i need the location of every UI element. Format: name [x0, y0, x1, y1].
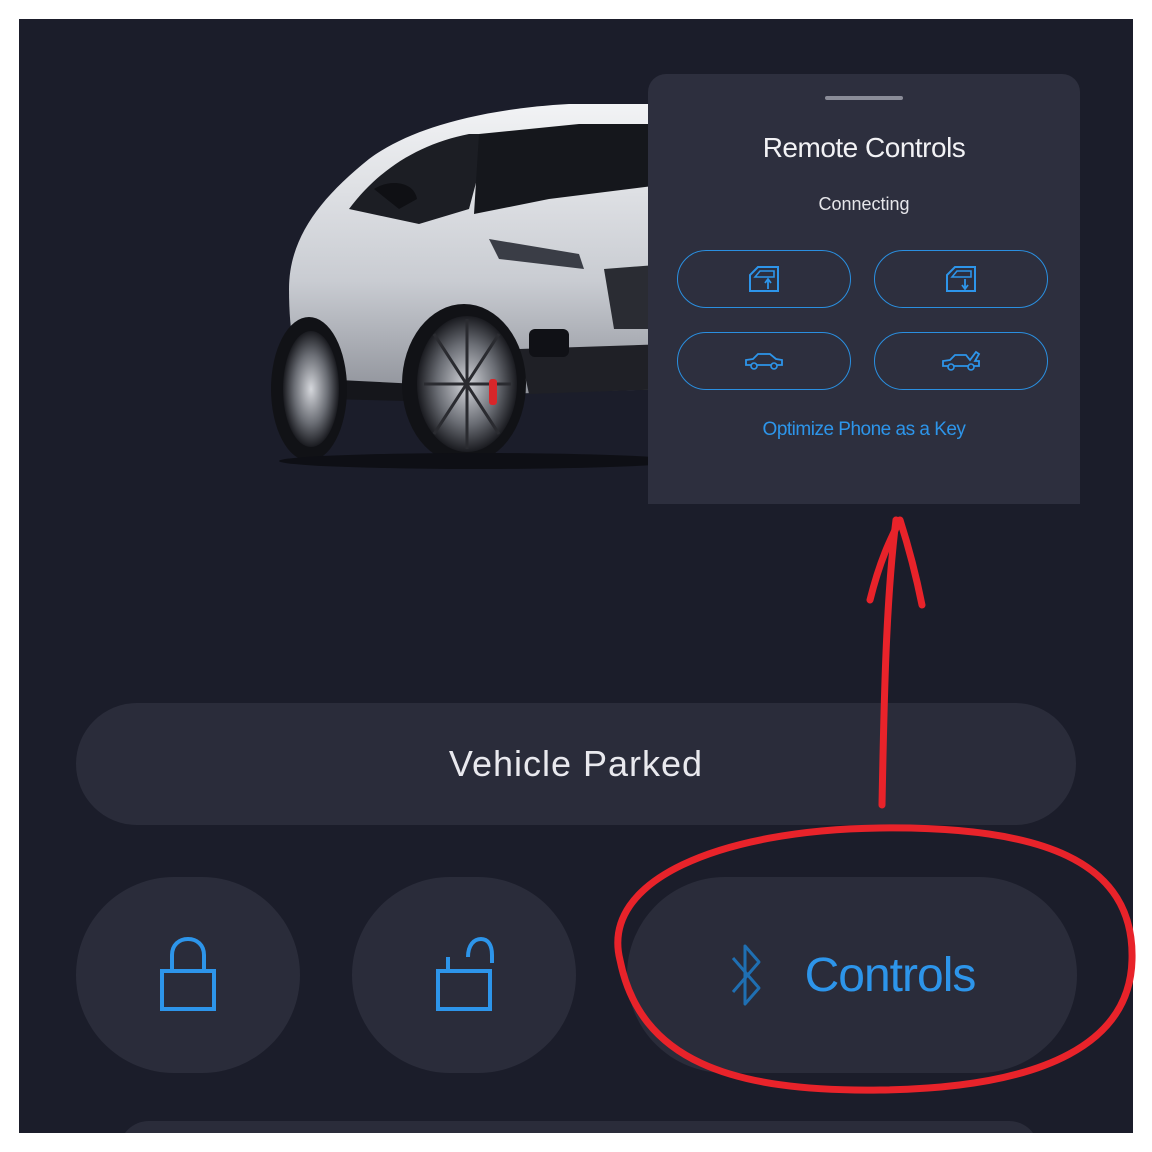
car-illustration: [271, 104, 679, 469]
controls-button[interactable]: Controls: [627, 877, 1077, 1073]
window-up-button[interactable]: [677, 250, 851, 308]
trunk-open-icon: [942, 350, 981, 371]
connection-status: Connecting: [818, 194, 910, 214]
unlock-button[interactable]: [352, 877, 576, 1073]
sheet-title: Remote Controls: [762, 132, 966, 163]
remote-controls-sheet: Remote Controls Connecting Optimize Phon…: [648, 74, 1080, 504]
trunk-close-button[interactable]: [677, 332, 851, 390]
window-down-button[interactable]: [874, 250, 1048, 308]
unlock-icon: [436, 936, 494, 1011]
window-down-icon: [946, 266, 976, 292]
optimize-phone-key-link[interactable]: Optimize Phone as a Key: [648, 419, 1080, 441]
sheet-drag-handle[interactable]: [825, 96, 903, 100]
window-up-icon: [749, 266, 779, 292]
trunk-close-icon: [745, 353, 783, 370]
bottom-card: [119, 1121, 1039, 1133]
vehicle-status-text: Vehicle Parked: [448, 743, 704, 784]
controls-label: Controls: [804, 948, 977, 1002]
bluetooth-icon: [731, 944, 761, 1006]
lock-button[interactable]: [76, 877, 300, 1073]
lock-icon: [160, 936, 216, 1011]
trunk-open-button[interactable]: [874, 332, 1048, 390]
app-screen: Remote Controls Connecting Optimize Phon…: [19, 19, 1133, 1133]
vehicle-image: [249, 89, 679, 469]
vehicle-status-card: Vehicle Parked: [76, 703, 1076, 825]
